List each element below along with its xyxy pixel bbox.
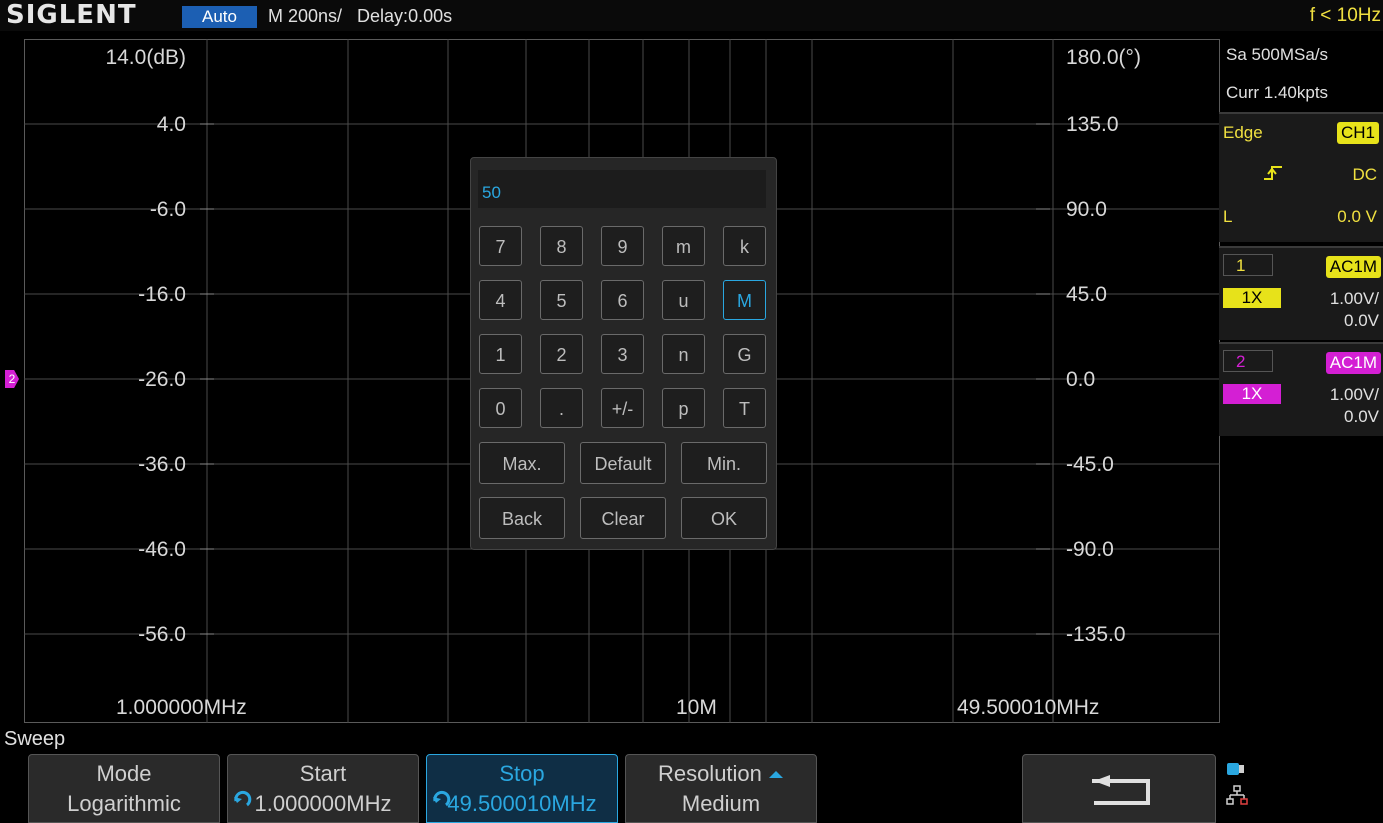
softkey-stop[interactable]: Stop 49.500010MHz	[426, 754, 618, 823]
y-left-tick: -46.0	[138, 538, 186, 561]
y-right-tick: 0.0	[1066, 368, 1096, 391]
key-mega[interactable]: M	[723, 280, 766, 320]
y-left-tick: -26.0	[138, 368, 186, 391]
key-default[interactable]: Default	[580, 442, 666, 484]
ch1-number: 1	[1223, 254, 1273, 276]
softkey-stop-label: Stop	[499, 761, 545, 786]
y-right-tick: 45.0	[1066, 283, 1107, 306]
key-7[interactable]: 7	[479, 226, 522, 266]
softkey-stop-value: 49.500010MHz	[447, 791, 597, 816]
rotary-knob-icon	[433, 790, 451, 807]
softkey-resolution-value: Medium	[681, 791, 761, 816]
softkey-resolution-label: Resolution	[657, 761, 762, 786]
ch2-offset: 0.0V	[1344, 407, 1379, 426]
trigger-panel[interactable]: Edge CH1 DC L 0.0 V	[1219, 112, 1383, 242]
trigger-type: Edge	[1223, 123, 1263, 142]
key-0[interactable]: 0	[479, 388, 522, 428]
key-1[interactable]: 1	[479, 334, 522, 374]
y-left-tick: 4.0	[156, 113, 186, 136]
key-min[interactable]: Min.	[681, 442, 767, 484]
ch2-number: 2	[1223, 350, 1273, 372]
key-micro[interactable]: u	[662, 280, 705, 320]
ch2-offset-marker[interactable]: 2	[5, 370, 19, 388]
softkey-resolution[interactable]: Resolution Medium	[625, 754, 817, 823]
keypad-entry-field[interactable]: 50	[478, 170, 766, 208]
y-right-tick: 180.0(°)	[1066, 46, 1141, 69]
x-start-label: 1.000000MHz	[116, 696, 247, 719]
y-right-tick: 90.0	[1066, 198, 1107, 221]
ch1-coupling-badge: AC1M	[1325, 256, 1381, 278]
softkey-mode-label: Mode	[96, 761, 152, 786]
key-4[interactable]: 4	[479, 280, 522, 320]
usb-drive-icon	[1227, 763, 1244, 775]
key-6[interactable]: 6	[601, 280, 644, 320]
y-left-tick: -36.0	[138, 453, 186, 476]
trigger-level-value: 0.0 V	[1337, 207, 1377, 226]
brand-logo: SIGLENT	[6, 0, 137, 30]
key-max[interactable]: Max.	[479, 442, 565, 484]
x-mid-label: 10M	[676, 696, 717, 719]
x-stop-label: 49.500010MHz	[957, 696, 1100, 719]
return-arrow-icon	[1092, 775, 1150, 805]
y-left-tick: 14.0(dB)	[105, 46, 186, 69]
trigger-source-badge: CH1	[1336, 122, 1379, 144]
rotary-knob-icon	[234, 790, 252, 807]
y-right-tick: -45.0	[1066, 453, 1114, 476]
key-2[interactable]: 2	[540, 334, 583, 374]
softkey-mode-value: Logarithmic	[67, 791, 181, 816]
key-milli[interactable]: m	[662, 226, 705, 266]
ch1-probe-badge: 1X	[1223, 288, 1281, 308]
y-right-tick: -90.0	[1066, 538, 1114, 561]
softkey-start[interactable]: Start 1.000000MHz	[227, 754, 419, 823]
key-8[interactable]: 8	[540, 226, 583, 266]
y-left-tick: -6.0	[149, 198, 186, 221]
ch1-panel[interactable]: 1 AC1M 1X 1.00V/ 0.0V	[1219, 246, 1383, 340]
y-right-tick: -135.0	[1066, 623, 1126, 646]
key-ok[interactable]: OK	[681, 497, 767, 539]
key-tera[interactable]: T	[723, 388, 766, 428]
current-points: Curr 1.40kpts	[1226, 83, 1329, 102]
trigger-coupling: DC	[1352, 165, 1377, 184]
ch1-offset: 0.0V	[1344, 311, 1379, 330]
ch2-scale: 1.00V/	[1329, 385, 1379, 404]
y-right-tick: 135.0	[1066, 113, 1119, 136]
key-clear[interactable]: Clear	[580, 497, 666, 539]
softkey-start-label: Start	[299, 761, 347, 786]
timebase-readout: M 200ns/ Delay:0.00s	[268, 6, 453, 26]
key-decimal[interactable]: .	[540, 388, 583, 428]
y-left-tick: -56.0	[138, 623, 186, 646]
rising-edge-icon	[1264, 166, 1282, 180]
frequency-counter: f < 10Hz	[1309, 5, 1381, 26]
ch2-probe-badge: 1X	[1223, 384, 1281, 404]
up-arrow-icon	[769, 771, 784, 779]
key-9[interactable]: 9	[601, 226, 644, 266]
key-plus-minus[interactable]: +/-	[601, 388, 644, 428]
ch2-coupling-badge: AC1M	[1325, 352, 1381, 374]
trigger-level-label: L	[1223, 207, 1233, 226]
back-softkey[interactable]	[1022, 754, 1216, 823]
network-icon	[1226, 785, 1248, 805]
y-left-tick: -16.0	[138, 283, 186, 306]
sample-rate: Sa 500MSa/s	[1226, 45, 1329, 64]
key-3[interactable]: 3	[601, 334, 644, 374]
softkey-start-value: 1.000000MHz	[254, 791, 392, 816]
key-5[interactable]: 5	[540, 280, 583, 320]
trigger-mode-badge: Auto	[182, 6, 257, 28]
key-kilo[interactable]: k	[723, 226, 766, 266]
key-back[interactable]: Back	[479, 497, 565, 539]
key-nano[interactable]: n	[662, 334, 705, 374]
key-giga[interactable]: G	[723, 334, 766, 374]
softkey-mode[interactable]: Mode Logarithmic	[28, 754, 220, 823]
ch2-panel[interactable]: 2 AC1M 1X 1.00V/ 0.0V	[1219, 342, 1383, 436]
key-pico[interactable]: p	[662, 388, 705, 428]
menu-title: Sweep	[4, 728, 66, 750]
ch1-scale: 1.00V/	[1329, 289, 1379, 308]
